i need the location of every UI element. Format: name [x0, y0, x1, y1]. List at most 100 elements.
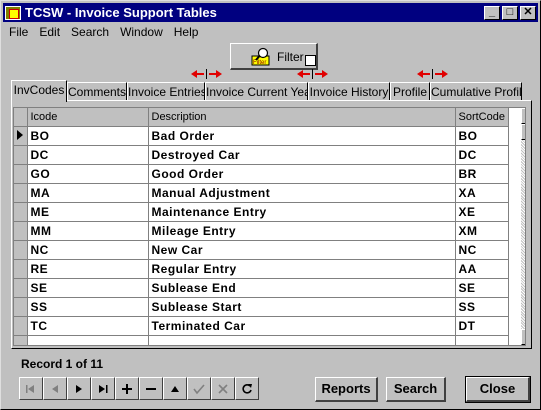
cell-description[interactable]: Destroyed Car — [148, 145, 456, 165]
cell-icode[interactable]: MM — [27, 221, 149, 241]
cell-icode[interactable]: NC — [27, 240, 149, 260]
filter-checkbox[interactable] — [305, 55, 316, 66]
cell-sortcode[interactable]: BO — [455, 126, 509, 146]
cell-sortcode[interactable]: XM — [455, 221, 509, 241]
cell-description[interactable] — [148, 335, 456, 345]
tab-invoice-entries[interactable]: Invoice Entries — [127, 82, 205, 101]
scroll-up-button[interactable] — [521, 108, 525, 124]
cell-icode[interactable]: SE — [27, 278, 149, 298]
cell-description[interactable]: Good Order — [148, 164, 456, 184]
edit-record-button[interactable] — [163, 377, 187, 400]
table-row[interactable]: TC Terminated Car DT — [14, 316, 509, 336]
cell-description[interactable]: Maintenance Entry — [148, 202, 456, 222]
menu-window[interactable]: Window — [114, 25, 168, 39]
first-record-button[interactable] — [19, 377, 43, 400]
row-selector[interactable] — [14, 221, 28, 241]
tab-scroll-left-right-icon[interactable] — [191, 69, 223, 79]
column-header-description[interactable]: Description — [148, 108, 456, 127]
cell-sortcode[interactable]: XA — [455, 183, 509, 203]
cell-icode[interactable]: ME — [27, 202, 149, 222]
column-header-sortcode[interactable]: SortCode — [455, 108, 509, 127]
cell-description[interactable]: Bad Order — [148, 126, 456, 146]
cell-icode[interactable]: MA — [27, 183, 149, 203]
cell-description[interactable]: Manual Adjustment — [148, 183, 456, 203]
scroll-track[interactable] — [521, 140, 525, 329]
cell-icode[interactable]: GO — [27, 164, 149, 184]
table-row[interactable]: RE Regular Entry AA — [14, 259, 509, 279]
post-record-button[interactable] — [187, 377, 211, 400]
delete-record-button[interactable] — [139, 377, 163, 400]
tab-profile[interactable]: Profile — [390, 82, 430, 101]
row-selector[interactable] — [14, 278, 28, 298]
cell-sortcode[interactable]: DT — [455, 316, 509, 336]
add-record-button[interactable] — [115, 377, 139, 400]
refresh-button[interactable] — [235, 377, 259, 400]
table-row[interactable]: SE Sublease End SE — [14, 278, 509, 298]
scroll-thumb[interactable] — [521, 124, 525, 140]
cell-icode[interactable]: DC — [27, 145, 149, 165]
cell-description[interactable]: Regular Entry — [148, 259, 456, 279]
row-selector[interactable] — [14, 297, 28, 317]
table-row[interactable]: GO Good Order BR — [14, 164, 509, 184]
tab-invoice-history[interactable]: Invoice History — [308, 82, 390, 101]
table-row[interactable]: NC New Car NC — [14, 240, 509, 260]
menu-file[interactable]: File — [3, 25, 33, 39]
next-record-button[interactable] — [67, 377, 91, 400]
cell-description[interactable]: Mileage Entry — [148, 221, 456, 241]
row-selector[interactable] — [14, 183, 28, 203]
cell-icode[interactable]: TC — [27, 316, 149, 336]
row-selector[interactable] — [14, 164, 28, 184]
table-row[interactable]: BO Bad Order BO — [14, 126, 509, 146]
table-row[interactable]: MM Mileage Entry XM — [14, 221, 509, 241]
vertical-scrollbar[interactable] — [521, 108, 525, 345]
cell-sortcode[interactable]: NC — [455, 240, 509, 260]
tab-comments[interactable]: Comments — [67, 82, 127, 101]
tab-scroll-left-right-icon[interactable] — [297, 69, 329, 79]
scroll-down-button[interactable] — [521, 329, 525, 345]
cancel-edit-button[interactable] — [211, 377, 235, 400]
cell-icode[interactable]: RE — [27, 259, 149, 279]
cell-icode[interactable]: BO — [27, 126, 149, 146]
cell-sortcode[interactable]: AA — [455, 259, 509, 279]
cell-sortcode[interactable]: XE — [455, 202, 509, 222]
minimize-button[interactable]: _ — [484, 5, 500, 20]
close-button[interactable]: Close — [465, 376, 531, 403]
tab-cumulative-profile[interactable]: Cumulative Profile — [430, 82, 522, 101]
table-row[interactable]: SS Sublease Start SS — [14, 297, 509, 317]
search-button[interactable]: Search — [386, 377, 446, 402]
menu-help[interactable]: Help — [168, 25, 204, 39]
cell-sortcode[interactable] — [455, 335, 509, 345]
row-selector[interactable] — [14, 316, 28, 336]
table-row[interactable]: MA Manual Adjustment XA — [14, 183, 509, 203]
cell-sortcode[interactable]: SS — [455, 297, 509, 317]
tab-scroll-left-right-icon[interactable] — [417, 69, 449, 79]
cell-icode[interactable] — [27, 335, 149, 345]
cell-sortcode[interactable]: DC — [455, 145, 509, 165]
maximize-button[interactable]: □ — [502, 5, 518, 20]
tab-invcodes[interactable]: InvCodes — [11, 80, 67, 102]
row-selector[interactable] — [14, 145, 28, 165]
row-selector[interactable] — [14, 259, 28, 279]
row-selector[interactable] — [14, 240, 28, 260]
table-row-empty[interactable] — [14, 335, 509, 345]
row-selector[interactable] — [14, 202, 28, 222]
tab-invoice-current-year[interactable]: Invoice Current Year — [205, 82, 308, 101]
cell-description[interactable]: Terminated Car — [148, 316, 456, 336]
cell-sortcode[interactable]: BR — [455, 164, 509, 184]
last-record-button[interactable] — [91, 377, 115, 400]
close-window-button[interactable]: ✕ — [520, 5, 536, 20]
menu-edit[interactable]: Edit — [33, 25, 65, 39]
menu-search[interactable]: Search — [65, 25, 114, 39]
table-row[interactable]: DC Destroyed Car DC — [14, 145, 509, 165]
cell-description[interactable]: New Car — [148, 240, 456, 260]
reports-button[interactable]: Reports — [315, 377, 378, 402]
prev-record-button[interactable] — [43, 377, 67, 400]
cell-description[interactable]: Sublease End — [148, 278, 456, 298]
cell-sortcode[interactable]: SE — [455, 278, 509, 298]
cell-icode[interactable]: SS — [27, 297, 149, 317]
table-row[interactable]: ME Maintenance Entry XE — [14, 202, 509, 222]
row-selector[interactable] — [14, 126, 28, 146]
app-icon[interactable] — [5, 5, 21, 20]
cell-description[interactable]: Sublease Start — [148, 297, 456, 317]
filter-button[interactable]: Filter Filter — [230, 43, 318, 70]
